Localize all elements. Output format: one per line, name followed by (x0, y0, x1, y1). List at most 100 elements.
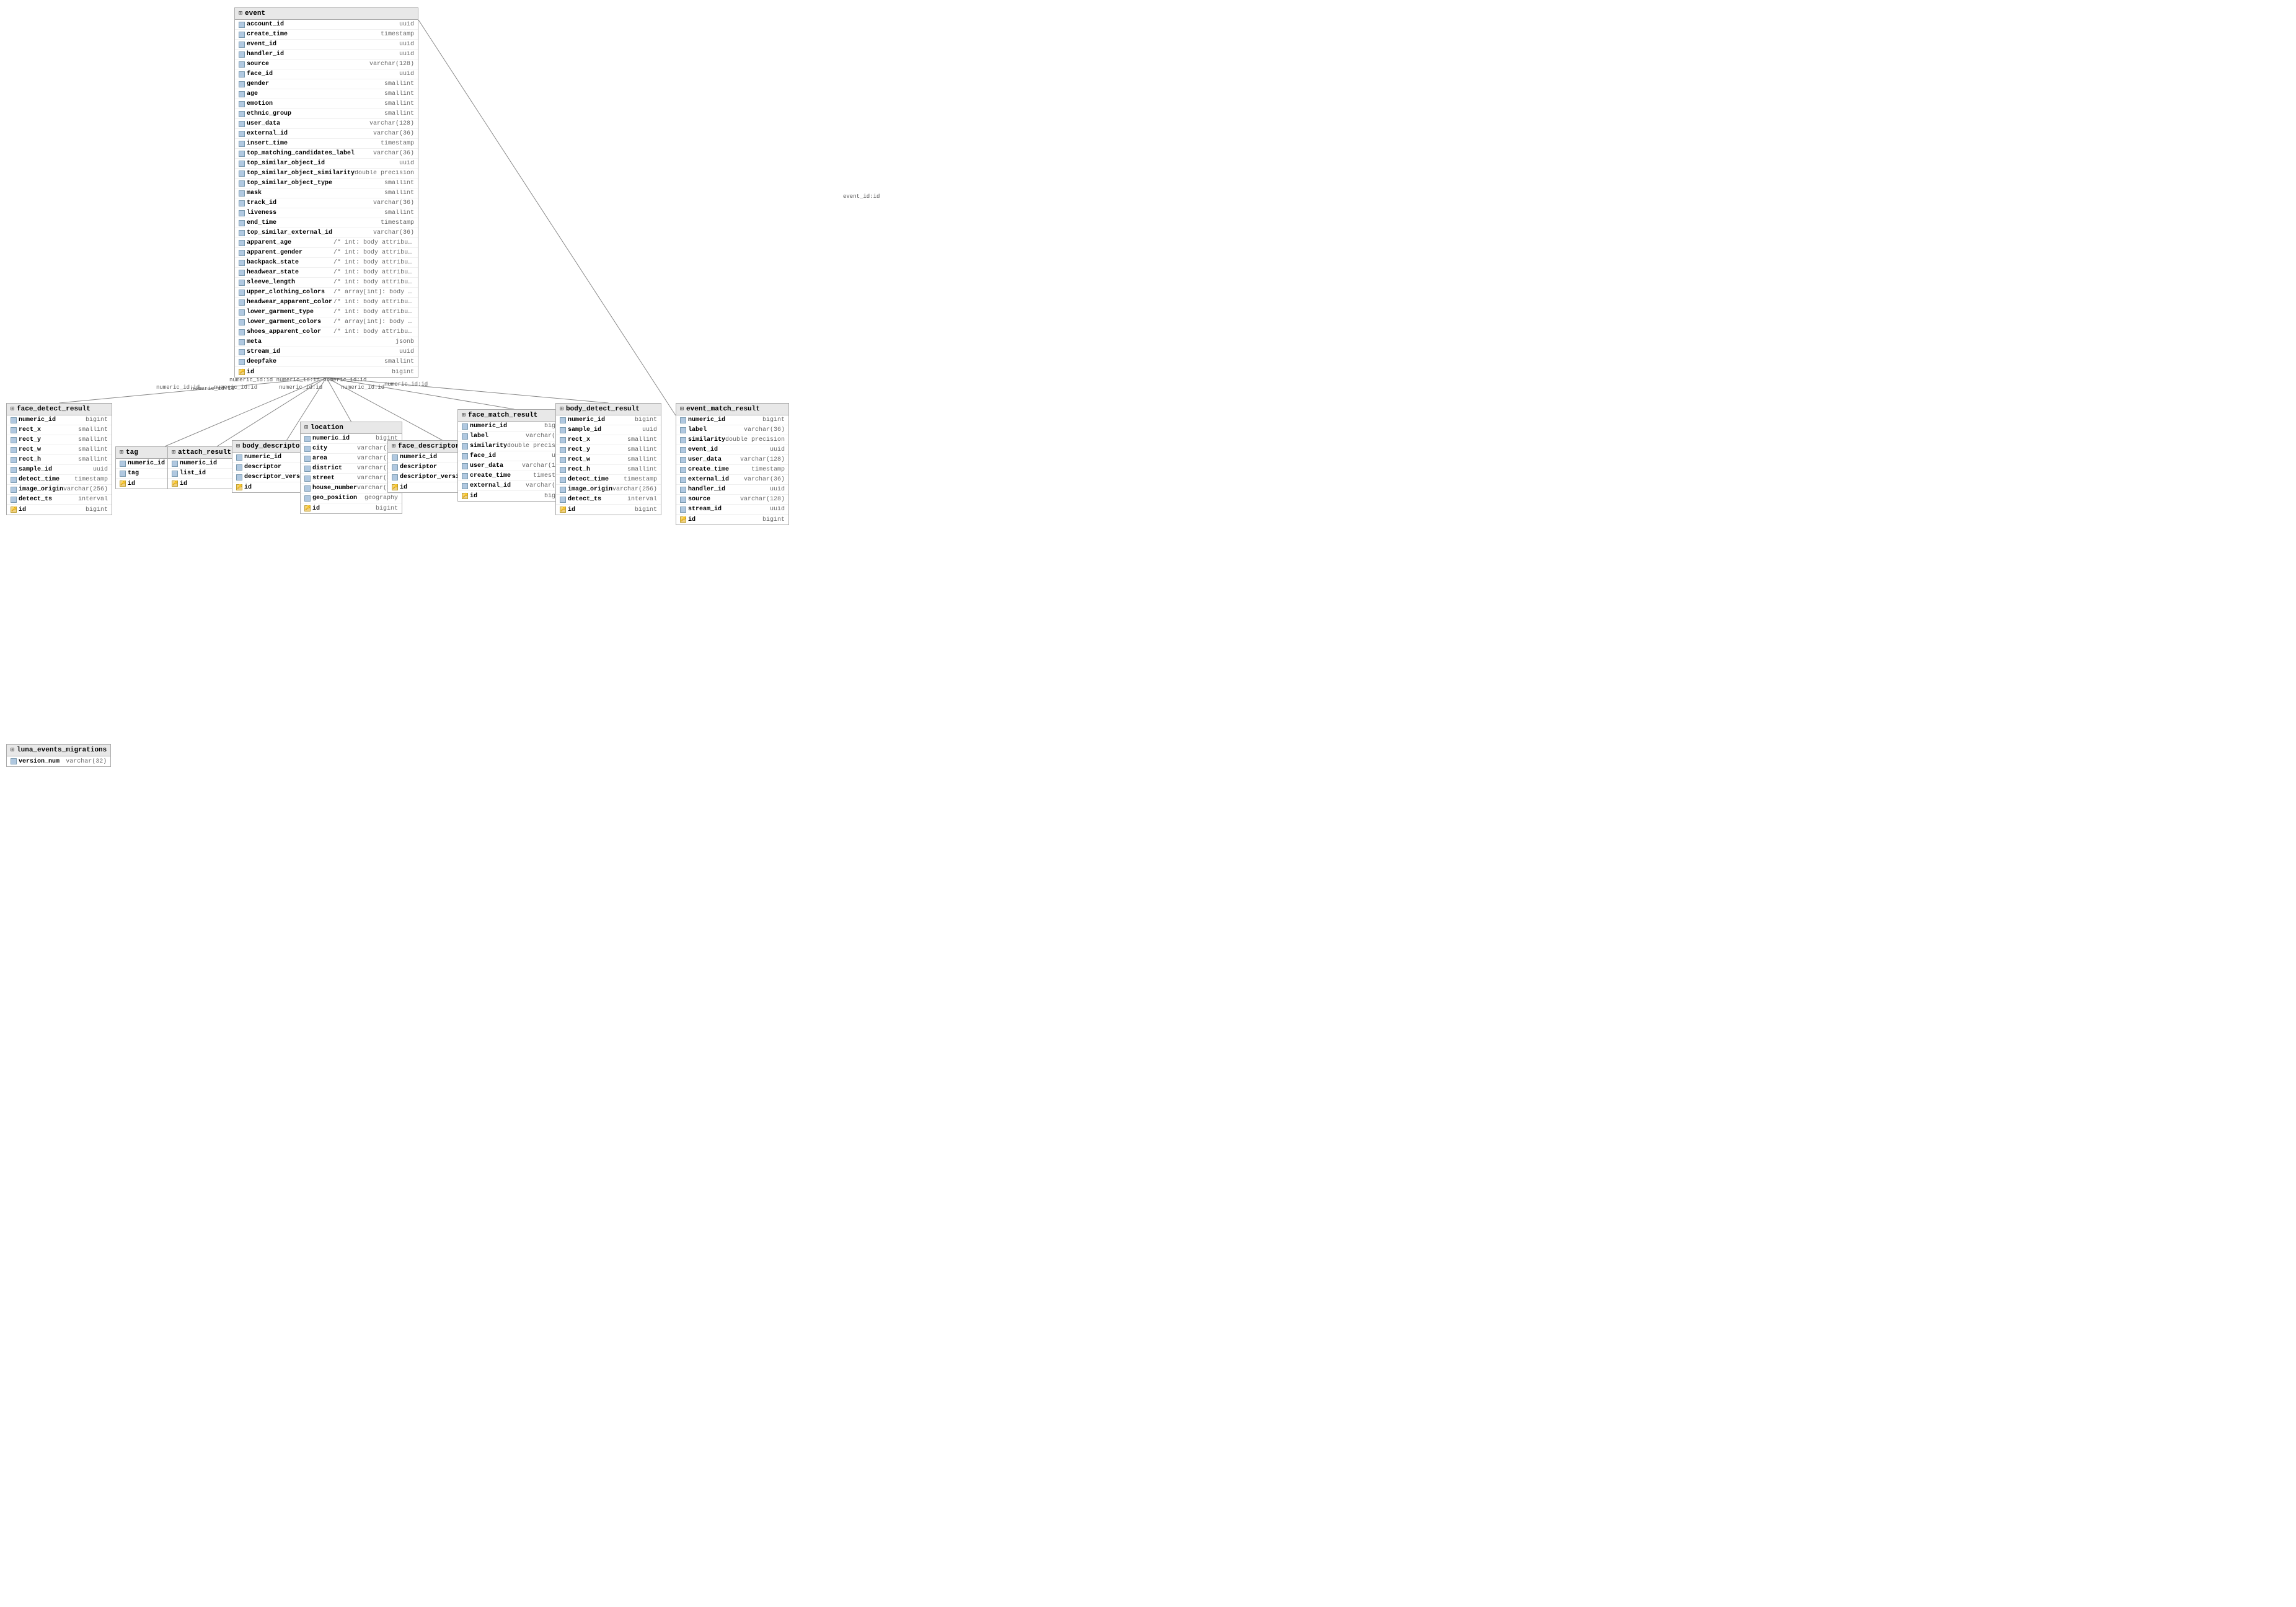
field-name: area (312, 455, 327, 462)
table-row: image_originvarchar(256) (7, 485, 112, 495)
field-type: bigint (376, 505, 398, 512)
field-type: varchar(128) (369, 61, 414, 68)
table-row: face_iduuid (235, 69, 418, 79)
field-name: street (312, 475, 335, 482)
table-row: labelvarchar(36) (676, 425, 788, 435)
table-icon: ⊞ (560, 405, 563, 413)
field-icon (560, 497, 566, 503)
table-row: detect_timetimestamp (7, 475, 112, 485)
field-name: apparent_age (247, 239, 291, 246)
field-icon (462, 473, 468, 479)
field-type: jsonb (395, 339, 414, 345)
field-icon (462, 443, 468, 449)
field-icon (236, 454, 242, 461)
field-icon (560, 437, 566, 443)
field-name: numeric_id (312, 435, 350, 442)
field-icon (120, 471, 126, 477)
field-type: uuid (93, 466, 108, 473)
field-icon (239, 359, 245, 365)
field-name: list_id (180, 470, 206, 477)
table-row: create_timetimestamp (458, 471, 570, 481)
connector-label: numeric_id:id (191, 386, 234, 392)
field-name: ethnic_group (247, 110, 291, 117)
field-type: double precision (355, 170, 414, 177)
field-name: id (688, 516, 695, 523)
pk-icon: 🔑 (236, 484, 242, 490)
table-row: rect_hsmallint (556, 465, 661, 475)
field-icon (392, 474, 398, 480)
field-type: smallint (78, 446, 108, 453)
field-name: liveness (247, 210, 276, 216)
field-type: timestamp (381, 140, 414, 147)
field-type: bigint (635, 507, 657, 513)
field-name: sleeve_length (247, 279, 295, 286)
table-row: source varchar(128) (235, 60, 418, 69)
pk-icon: 🔑 (304, 505, 311, 511)
table-row: shoes_apparent_color/* int: body attribu… (235, 327, 418, 337)
field-type: smallint (78, 456, 108, 463)
field-type: timestamp (381, 219, 414, 226)
field-type: timestamp (381, 31, 414, 38)
field-icon (236, 474, 242, 480)
table-row: deepfakesmallint (235, 357, 418, 367)
field-name: deepfake (247, 358, 276, 365)
field-name: source (247, 61, 269, 68)
table-row: rect_ysmallint (7, 435, 112, 445)
field-name: numeric_id (180, 460, 217, 467)
field-type: varchar(36) (373, 229, 414, 236)
field-type: double precision (725, 436, 785, 443)
field-icon (239, 121, 245, 127)
table-row: user_datavarchar(128) (235, 119, 418, 129)
field-name: district (312, 465, 342, 472)
field-type: timestamp (624, 476, 657, 483)
field-name: city (312, 445, 327, 452)
table-row: image_originvarchar(256) (556, 485, 661, 495)
field-name: house_number (312, 485, 357, 492)
field-icon (680, 417, 686, 423)
connector-label: numeric_id:id (341, 384, 384, 391)
field-name: face_id (247, 71, 273, 77)
table-row: geo_positiongeography (301, 494, 402, 503)
field-name: similarity (470, 443, 507, 449)
field-type: varchar(36) (373, 200, 414, 206)
table-row: numeric_idbigint (7, 415, 112, 425)
field-name: face_id (470, 453, 496, 459)
table-row: rect_xsmallint (7, 425, 112, 435)
field-icon (239, 141, 245, 147)
table-row: labelvarchar(36) (458, 432, 570, 441)
field-icon (11, 487, 17, 493)
table-row: ethnic_groupsmallint (235, 109, 418, 119)
table-row: lower_garment_colors/* array[int]: body … (235, 317, 418, 327)
field-name: id (180, 480, 187, 487)
field-name: id (400, 484, 407, 491)
table-event_match_result: ⊞event_match_resultnumeric_idbigintlabel… (676, 403, 789, 525)
table-row: create_timetimestamp (676, 465, 788, 475)
field-icon (11, 437, 17, 443)
field-name: id (244, 484, 252, 491)
table-header-body_detect_result: ⊞body_detect_result (556, 404, 661, 415)
field-icon (239, 290, 245, 296)
field-name: detect_time (19, 476, 60, 483)
table-row: numeric_idbigint (301, 434, 402, 444)
field-name: handler_id (247, 51, 284, 58)
table-row: insert_timetimestamp (235, 139, 418, 149)
field-type: uuid (770, 486, 785, 493)
field-name: rect_w (568, 456, 590, 463)
pk-icon: 🔑 (11, 507, 17, 513)
table-row: 🔑idbigint (235, 367, 418, 377)
field-icon (239, 32, 245, 38)
table-row: cityvarchar(36) (301, 444, 402, 454)
field-icon (239, 349, 245, 355)
field-icon (239, 299, 245, 306)
table-row: areavarchar(36) (301, 454, 402, 464)
field-icon (560, 467, 566, 473)
field-type: uuid (399, 348, 414, 355)
table-row: numeric_idbigint (556, 415, 661, 425)
field-icon (680, 437, 686, 443)
field-name: external_id (470, 482, 511, 489)
table-name-luna_events_migrations: luna_events_migrations (17, 746, 107, 754)
field-icon (11, 758, 17, 764)
field-type: uuid (399, 51, 414, 58)
field-name: end_time (247, 219, 276, 226)
field-name: track_id (247, 200, 276, 206)
